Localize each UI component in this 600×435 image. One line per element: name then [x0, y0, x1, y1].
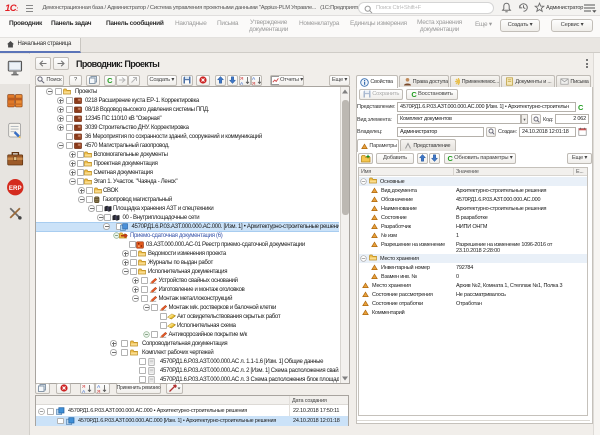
svg-text:А: А [240, 81, 244, 85]
svg-text:А: А [82, 389, 86, 393]
svg-text:Я: Я [252, 81, 256, 85]
svg-text:Я: Я [97, 389, 101, 393]
svg-text:ERP: ERP [9, 185, 22, 192]
